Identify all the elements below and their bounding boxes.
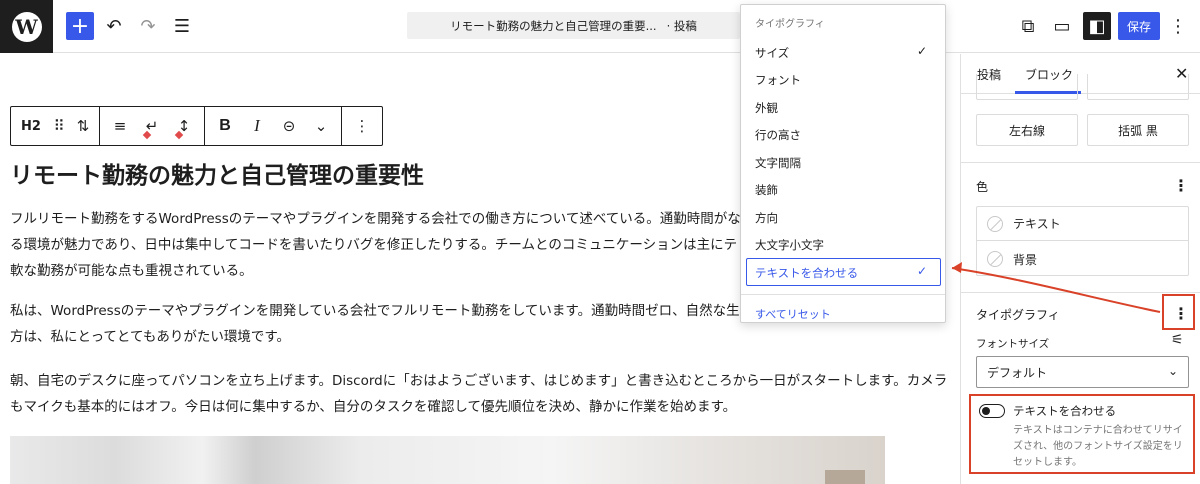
undo-button[interactable]: ↶ xyxy=(100,12,128,40)
custom-size-icon[interactable]: ⚟ xyxy=(1171,332,1184,348)
font-size-select[interactable]: デフォルト ⌄ xyxy=(976,356,1189,388)
align-text-icon[interactable]: ≡ xyxy=(104,107,136,145)
preview-button[interactable]: ▭ xyxy=(1048,12,1076,40)
paragraph-3[interactable]: 朝、自宅のデスクに座ってパソコンを立ち上げます。Discordに「おはようござい… xyxy=(10,368,960,420)
italic-button[interactable]: I xyxy=(241,107,273,145)
check-icon: ✓ xyxy=(917,264,928,278)
paragraph-line: 朝、自宅のデスクに座ってパソコンを立ち上げます。Discordに「おはようござい… xyxy=(10,373,948,389)
drag-handle-icon[interactable]: ⠿ xyxy=(47,107,71,145)
settings-toggle-button[interactable]: ◧ xyxy=(1083,12,1111,40)
menu-item-orientation[interactable]: 方向 xyxy=(755,210,935,226)
style-option[interactable] xyxy=(976,74,1078,100)
color-options-icon[interactable]: ⋮ xyxy=(1173,176,1189,195)
style-option-bracket-black[interactable]: 括弧 黒 xyxy=(1087,114,1189,146)
more-formats-chevron-icon[interactable]: ⌄ xyxy=(305,107,337,145)
check-icon: ✓ xyxy=(917,44,928,58)
menu-item-decoration[interactable]: 装飾 xyxy=(755,182,935,198)
style-option-left-right-line[interactable]: 左右線 xyxy=(976,114,1078,146)
divider xyxy=(961,292,1200,293)
menu-divider xyxy=(741,294,945,295)
font-size-value: デフォルト xyxy=(987,365,1048,380)
block-tools-group: ≡ ↵ ↕ xyxy=(100,107,205,145)
color-swatch-icon xyxy=(987,215,1003,232)
fit-height-icon[interactable]: ↕ xyxy=(168,107,200,145)
color-swatch-icon xyxy=(987,251,1003,267)
link-icon[interactable]: ⊝ xyxy=(273,107,305,145)
options-group: ⋮ xyxy=(342,107,382,145)
editor-screen: W + ↶ ↷ ☰ リモート勤務の魅力と自己管理の重要... · 投稿 ⧉ ▭ … xyxy=(0,0,1200,484)
block-type-group: H2 ⠿ ⇅ xyxy=(11,107,100,145)
style-option[interactable] xyxy=(1087,74,1189,100)
background-color-item[interactable]: 背景 xyxy=(977,242,1188,276)
post-heading[interactable]: リモート勤務の魅力と自己管理の重要性 xyxy=(10,156,424,190)
wordpress-logo-icon: W xyxy=(11,11,42,42)
post-image[interactable] xyxy=(10,436,885,484)
add-block-button[interactable]: + xyxy=(66,12,94,40)
menu-item-letter-case[interactable]: 大文字小文字 xyxy=(755,237,935,253)
text-color-item[interactable]: テキスト xyxy=(977,207,1188,241)
document-title: リモート勤務の魅力と自己管理の重要... xyxy=(450,18,657,33)
typography-section-title: タイポグラフィ xyxy=(976,308,1060,322)
document-type: · 投稿 xyxy=(666,18,697,33)
annotation-highlight xyxy=(1162,294,1195,330)
menu-item-size[interactable]: サイズ xyxy=(755,45,935,61)
background-color-label: 背景 xyxy=(1013,252,1038,267)
bold-button[interactable]: B xyxy=(209,107,241,145)
font-size-label: フォントサイズ xyxy=(976,338,1050,350)
paragraph-line: 方は、私にとってとてもありがたい環境です。 xyxy=(10,329,290,345)
block-options-icon[interactable]: ⋮ xyxy=(346,107,378,145)
text-color-label: テキスト xyxy=(1013,217,1061,231)
save-button[interactable]: 保存 xyxy=(1118,12,1160,40)
annotation-highlight xyxy=(969,394,1195,474)
block-toolbar: H2 ⠿ ⇅ ≡ ↵ ↕ B I ⊝ ⌄ ⋮ xyxy=(10,106,383,146)
menu-item-appearance[interactable]: 外観 xyxy=(755,100,935,116)
menu-item-letter-spacing[interactable]: 文字間隔 xyxy=(755,155,935,171)
color-settings: テキスト 背景 xyxy=(976,206,1189,276)
settings-sidebar: 投稿 ブロック ✕ 左右線 括弧 黒 色 ⋮ テキスト 背景 タイポグラフィ ⋮… xyxy=(960,54,1200,484)
view-external-icon[interactable]: ⧉ xyxy=(1014,12,1042,40)
redo-button[interactable]: ↷ xyxy=(134,12,162,40)
editor-header: W + ↶ ↷ ☰ リモート勤務の魅力と自己管理の重要... · 投稿 ⧉ ▭ … xyxy=(0,0,1200,53)
paragraph-line: もマイクも基本的にはオフ。今日は何に集中するか、自分のタスクを確認して優先順位を… xyxy=(10,399,737,415)
heading-level-button[interactable]: H2 xyxy=(15,107,47,145)
menu-item-fit-text[interactable]: テキストを合わせる ✓ xyxy=(746,258,941,286)
line-break-icon[interactable]: ↵ xyxy=(136,107,168,145)
menu-item-line-height[interactable]: 行の高さ xyxy=(755,127,935,143)
format-group: B I ⊝ ⌄ xyxy=(205,107,342,145)
wordpress-logo[interactable]: W xyxy=(0,0,53,53)
divider xyxy=(961,162,1200,163)
document-overview-button[interactable]: ☰ xyxy=(168,12,196,40)
color-section-title: 色 xyxy=(976,180,989,194)
options-more-icon[interactable]: ⋮ xyxy=(1164,12,1192,40)
menu-item-font[interactable]: フォント xyxy=(755,72,935,88)
typography-options-menu: タイポグラフィ サイズ ✓ フォント 外観 行の高さ 文字間隔 装飾 方向 大文… xyxy=(740,4,946,323)
reset-all-button[interactable]: すべてリセット xyxy=(755,306,831,322)
fit-text-menu-label: テキストを合わせる xyxy=(755,266,859,280)
document-title-bar[interactable]: リモート勤務の魅力と自己管理の重要... · 投稿 xyxy=(407,12,740,39)
move-up-down-icon[interactable]: ⇅ xyxy=(71,107,95,145)
menu-heading: タイポグラフィ xyxy=(755,19,825,30)
chevron-down-icon: ⌄ xyxy=(1167,364,1178,378)
